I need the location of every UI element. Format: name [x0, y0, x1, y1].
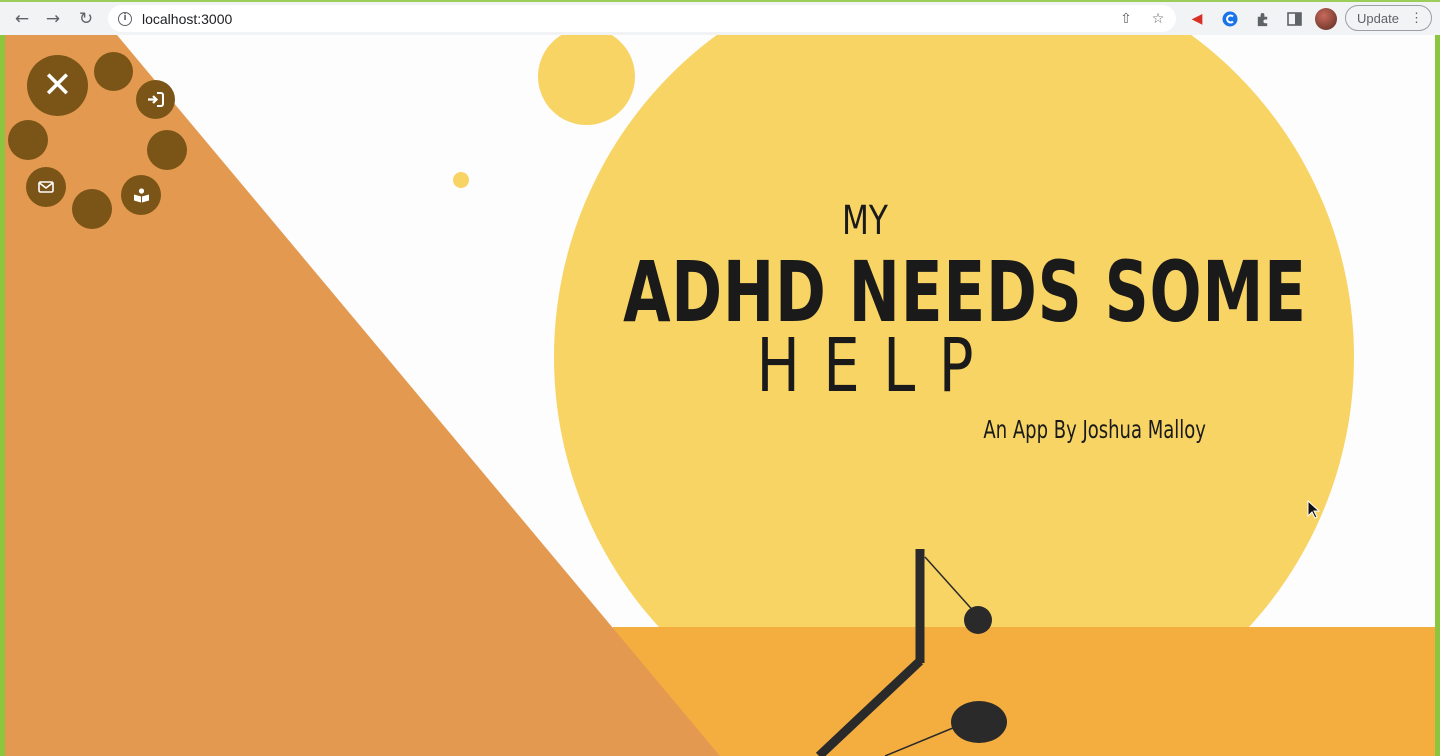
megaphone-extension-icon[interactable]: ◀	[1187, 9, 1207, 29]
menu-close-button[interactable]: ✕	[27, 55, 88, 116]
puzzle-extensions-icon[interactable]	[1252, 9, 1272, 29]
share-icon[interactable]: ⇧	[1117, 10, 1135, 28]
page-viewport: MY ADHD NEEDS SOME HELP An App By Joshua…	[5, 35, 1435, 756]
menu-empty-node[interactable]	[94, 52, 133, 91]
hero-subtitle: An App By Joshua Malloy	[983, 415, 1206, 444]
hanging-mobile-illustration	[815, 549, 1007, 756]
menu-empty-node[interactable]	[147, 130, 187, 170]
url-text: localhost:3000	[142, 10, 233, 27]
menu-login-button[interactable]	[136, 80, 175, 119]
profile-avatar[interactable]	[1315, 8, 1337, 30]
update-label: Update	[1357, 10, 1399, 26]
envelope-icon	[38, 181, 54, 193]
reload-icon[interactable]: ↻	[74, 7, 98, 31]
address-bar[interactable]: i localhost:3000 ⇧ ☆	[108, 5, 1176, 32]
bookmark-star-icon[interactable]: ☆	[1149, 10, 1167, 28]
hero-help: HELP	[756, 323, 997, 409]
back-icon[interactable]: ←	[10, 7, 34, 31]
kebab-menu-icon[interactable]: ⋮	[1410, 10, 1423, 26]
browser-toolbar: ← → ↻ i localhost:3000 ⇧ ☆ ◀ Update ⋮	[0, 0, 1440, 35]
sidebar-icon[interactable]	[1284, 9, 1304, 29]
update-button[interactable]: Update ⋮	[1345, 5, 1432, 31]
forward-icon[interactable]: →	[41, 7, 65, 31]
menu-empty-node[interactable]	[8, 120, 48, 160]
info-icon[interactable]: i	[118, 11, 132, 26]
hero-pretitle: MY	[842, 198, 888, 244]
close-icon: ✕	[42, 65, 73, 106]
menu-contact-button[interactable]	[26, 167, 66, 207]
book-reader-icon	[133, 187, 149, 202]
sign-in-icon	[148, 92, 164, 107]
menu-empty-node[interactable]	[72, 189, 112, 229]
tiny-yellow-dot	[453, 172, 469, 188]
small-yellow-circle	[538, 35, 635, 125]
grammar-extension-icon[interactable]	[1220, 9, 1240, 29]
menu-read-button[interactable]	[121, 175, 161, 215]
mouse-cursor-icon	[1307, 500, 1321, 519]
